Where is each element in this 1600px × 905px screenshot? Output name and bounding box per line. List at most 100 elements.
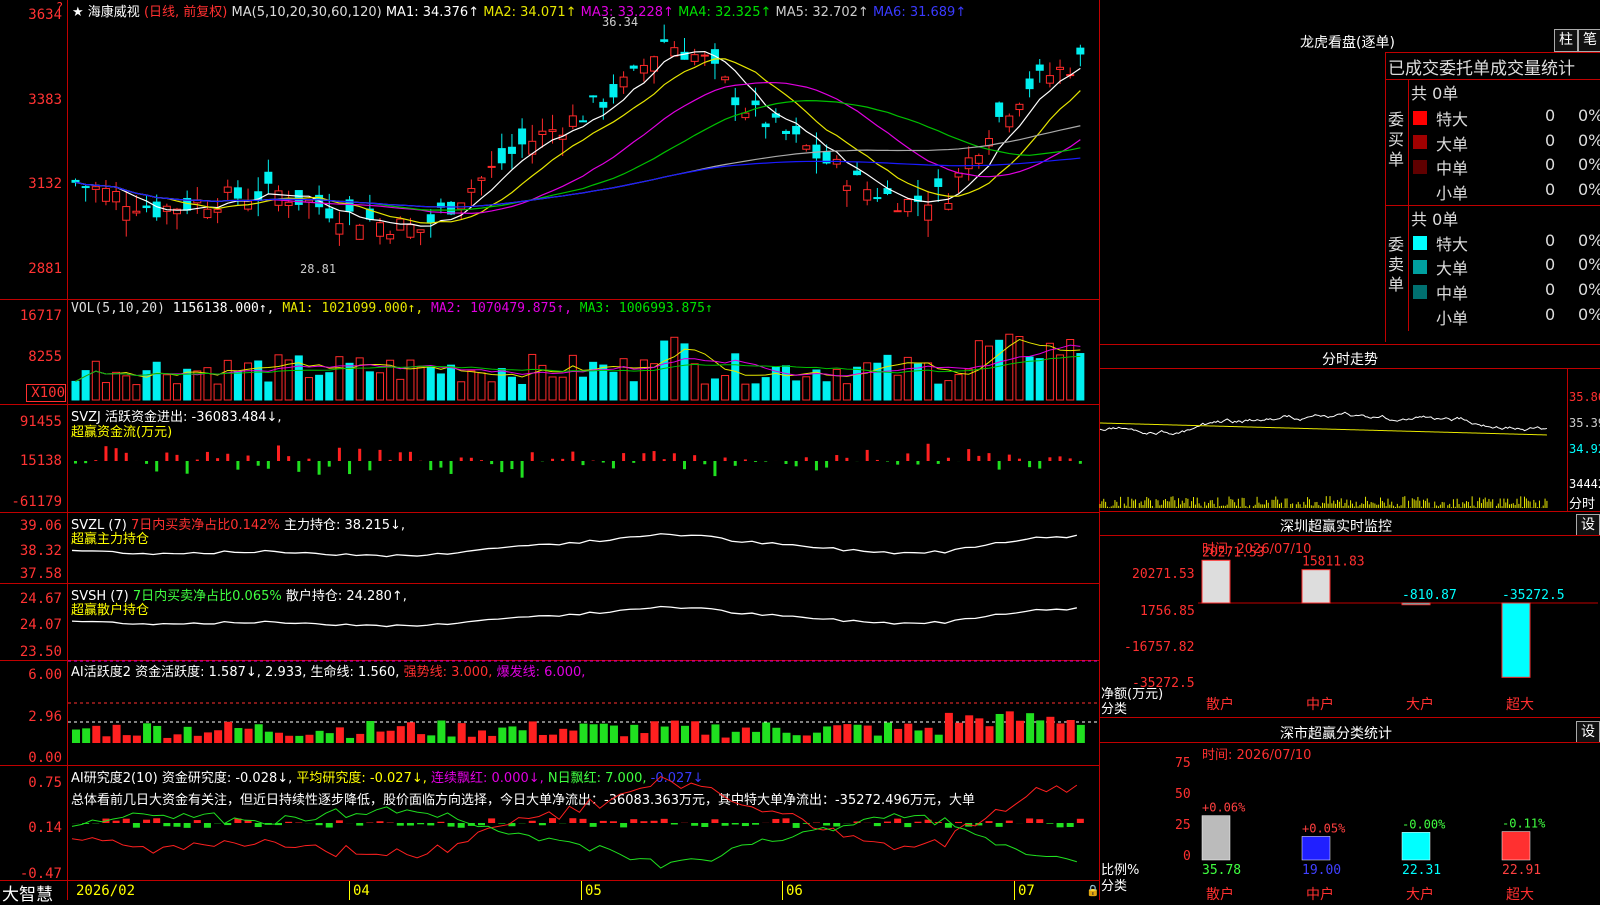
research-bar [610, 821, 617, 823]
research-bar [914, 822, 921, 823]
volume-bar [864, 363, 871, 400]
research-bar [833, 823, 840, 827]
flow-bar [988, 453, 991, 461]
ratio-value: 22.31 [1402, 863, 1441, 878]
candle [671, 48, 678, 56]
candle [732, 98, 739, 105]
activity-bar [874, 736, 882, 743]
volume-chart[interactable] [0, 300, 1100, 405]
activity-bar [945, 713, 953, 743]
activity-bar [478, 730, 486, 743]
research-bar [904, 823, 911, 827]
intraday-y-tick: 35.39 [1569, 416, 1600, 430]
volume-bar [214, 384, 221, 400]
flow-bar [328, 461, 331, 467]
volume-bar [955, 375, 962, 400]
volume-bar [711, 379, 718, 400]
research-bar [153, 818, 160, 823]
research-bar [701, 823, 708, 827]
volume-bar [884, 355, 891, 400]
candle [427, 215, 434, 222]
main-holding-chart[interactable] [0, 512, 1100, 583]
intraday-price-line [1100, 412, 1547, 434]
buy-row-count: 0 [1545, 155, 1555, 174]
research-bar [377, 821, 384, 823]
volume-bar [580, 377, 587, 400]
research-bar [691, 823, 698, 826]
candle [498, 149, 505, 163]
flow-bar [602, 461, 605, 463]
activity-bar [133, 736, 141, 743]
candle [722, 77, 729, 80]
activity-bar [184, 727, 192, 743]
medium-sell-swatch [1413, 285, 1427, 299]
candle [539, 131, 546, 134]
volume-bar [377, 373, 384, 400]
research-bar [448, 823, 455, 827]
flow-bar [226, 454, 229, 461]
activity-chart[interactable] [0, 660, 1100, 765]
candle [387, 235, 394, 239]
activity-bar [894, 729, 902, 743]
activity-bar [285, 736, 293, 743]
candle [762, 124, 769, 127]
research-bar [580, 819, 587, 823]
intraday-chart[interactable] [1100, 368, 1567, 511]
cls-settings-button[interactable]: 设 [1576, 721, 1600, 743]
activity-bar [854, 725, 862, 743]
sz-settings-button[interactable]: 设 [1576, 514, 1600, 536]
flow-bar [1059, 456, 1062, 461]
flow-bar [815, 461, 818, 470]
medium-buy-swatch [1413, 160, 1427, 174]
flow-bar [338, 448, 341, 461]
research-bar [620, 823, 627, 827]
candlestick-chart[interactable] [0, 0, 1100, 300]
candle [417, 230, 424, 233]
volume-bar [935, 384, 942, 400]
candle [1026, 79, 1033, 89]
retail-holding-chart[interactable] [0, 583, 1100, 660]
research-bar [356, 823, 363, 826]
flow-bar [835, 455, 838, 461]
volume-bar [285, 360, 292, 400]
capital-flow-chart[interactable] [0, 404, 1100, 512]
volume-bar [843, 384, 850, 400]
candle [975, 156, 982, 164]
classification-chart[interactable]: +0.06%35.78散户+0.05%19.00中户-0.00%22.31大户-… [1198, 742, 1598, 902]
activity-bar [823, 726, 831, 743]
flow-bar [927, 444, 930, 461]
bar-mode-button[interactable]: 柱 [1554, 29, 1578, 52]
volume-bar [427, 366, 434, 400]
research-bar [590, 823, 597, 827]
flow-bar [531, 452, 534, 461]
activity-bar [986, 726, 994, 743]
lock-icon[interactable]: 🔒 [1086, 884, 1100, 897]
research-chart[interactable] [0, 765, 1100, 880]
buy-row-name: 小单 [1436, 180, 1468, 204]
candle [204, 209, 211, 217]
activity-bar [275, 733, 283, 743]
activity-bar [925, 728, 933, 743]
volume-bar [914, 364, 921, 400]
activity-bar [935, 735, 943, 743]
pen-mode-button[interactable]: 笔 [1578, 29, 1600, 52]
research-bar [874, 823, 881, 826]
sell-row-pct: 0% [1578, 305, 1600, 324]
ratio-category: 散户 [1206, 886, 1234, 903]
flow-bar [145, 461, 148, 464]
flow-bar [551, 459, 554, 461]
candle [265, 172, 272, 183]
sz-netflow-chart[interactable]: 20271.53散户15811.83中户-810.87大户-35272.5超大 [1198, 540, 1598, 715]
volume-bar [620, 359, 627, 400]
activity-bar [640, 733, 648, 743]
candle [214, 210, 221, 213]
sz-bar [1402, 603, 1430, 605]
flow-bar [247, 456, 250, 461]
flow-bar [1008, 455, 1011, 461]
activity-bar [651, 721, 659, 743]
activity-bar [326, 733, 334, 743]
volume-bar [133, 385, 140, 400]
activity-bar [448, 737, 456, 743]
activity-bar [1057, 723, 1065, 743]
candle [925, 205, 932, 220]
